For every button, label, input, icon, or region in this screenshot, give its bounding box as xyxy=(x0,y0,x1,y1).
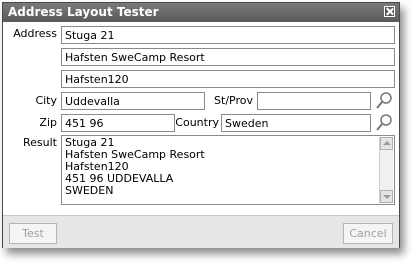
country-input[interactable] xyxy=(221,114,371,132)
arrow-up-icon xyxy=(383,141,391,145)
magnifier-icon[interactable] xyxy=(374,91,394,111)
close-icon[interactable] xyxy=(384,6,395,17)
st-prov-label: St/Prov xyxy=(214,94,253,107)
vertical-scrollbar[interactable] xyxy=(379,137,393,203)
zip-label: Zip xyxy=(39,116,57,129)
st-prov-input[interactable] xyxy=(257,92,371,110)
address-line3-input[interactable] xyxy=(61,70,395,88)
address-line2-input[interactable] xyxy=(61,48,395,66)
country-label: Country xyxy=(175,116,219,129)
result-textarea[interactable]: Stuga 21 Hafsten SweCamp Resort Hafsten1… xyxy=(61,135,395,205)
arrow-down-icon xyxy=(383,195,391,199)
address-label: Address xyxy=(13,27,57,40)
city-input[interactable] xyxy=(61,92,205,110)
button-bar: Test Cancel xyxy=(3,215,399,248)
title-bar[interactable]: Address Layout Tester xyxy=(3,3,399,22)
magnifier-icon[interactable] xyxy=(374,113,394,133)
cancel-button[interactable]: Cancel xyxy=(343,223,393,244)
address-line1-input[interactable] xyxy=(61,26,395,44)
window-title: Address Layout Tester xyxy=(8,5,159,19)
result-text: Stuga 21 Hafsten SweCamp Resort Hafsten1… xyxy=(65,136,205,197)
test-button[interactable]: Test xyxy=(9,223,57,244)
scroll-down-button[interactable] xyxy=(380,190,393,203)
address-layout-tester-dialog: Address Layout Tester Address City St/Pr… xyxy=(2,2,400,248)
result-label: Result xyxy=(23,136,57,149)
zip-input[interactable] xyxy=(61,114,175,132)
scroll-up-button[interactable] xyxy=(380,137,393,150)
city-label: City xyxy=(35,94,57,107)
